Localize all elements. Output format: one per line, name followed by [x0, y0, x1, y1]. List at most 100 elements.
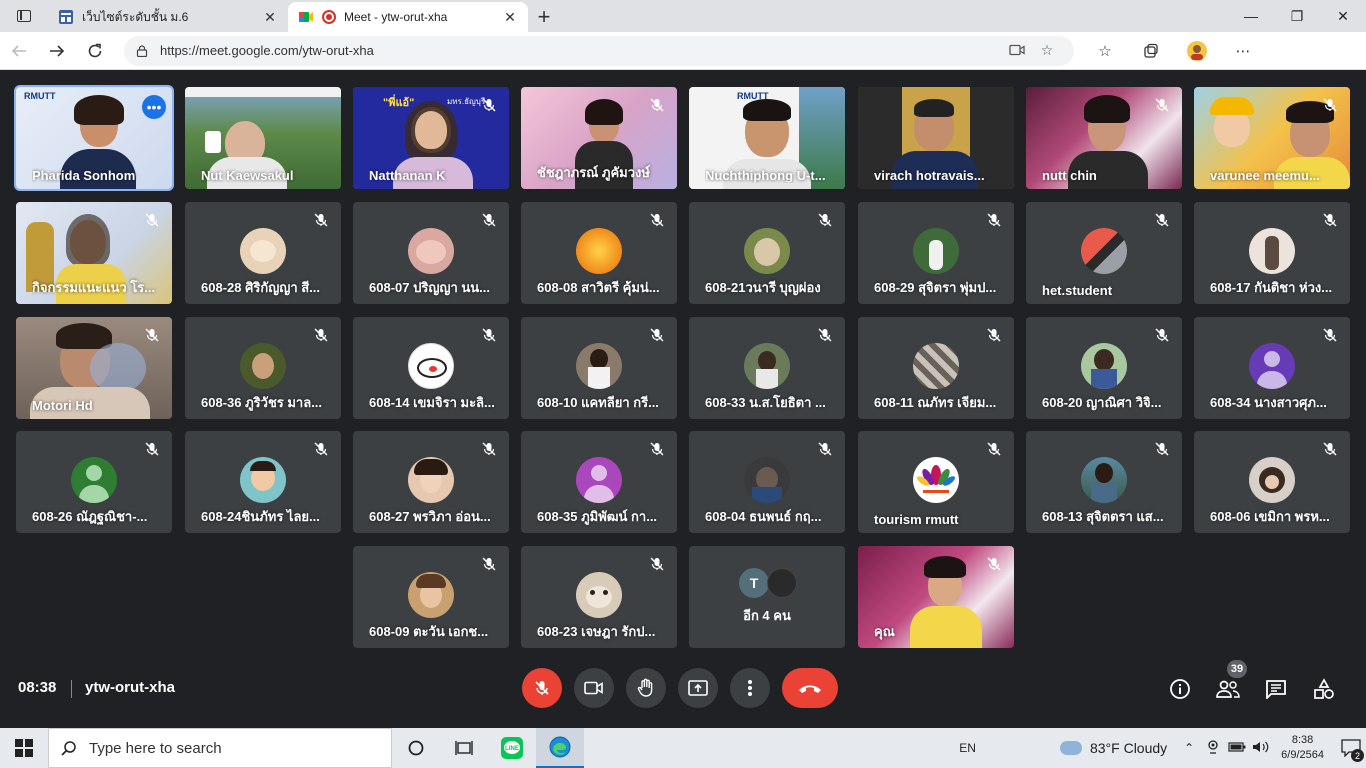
- more-options-button[interactable]: [730, 668, 770, 708]
- chevron-up-icon[interactable]: ⌃: [1178, 741, 1200, 755]
- participant-tile[interactable]: 608-21วนารี บุญผ่อง: [689, 202, 845, 304]
- participant-tile[interactable]: 608-08 สาวิตรี คุ้มน่...: [521, 202, 677, 304]
- participant-tile[interactable]: Motori Hd: [16, 317, 172, 419]
- participant-tile[interactable]: กิจกรรมแนะแนว โร...: [16, 202, 172, 304]
- cortana-button[interactable]: [392, 728, 440, 768]
- close-window-icon[interactable]: ✕: [1320, 0, 1366, 32]
- participant-avatar: [1249, 228, 1295, 274]
- participant-tile[interactable]: varunee meemu...: [1194, 87, 1350, 189]
- participant-tile[interactable]: virach hotravais...: [858, 87, 1014, 189]
- participant-name: Nut Kaewsakul: [201, 168, 294, 183]
- refresh-button[interactable]: [76, 32, 114, 70]
- tab-close-icon[interactable]: ✕: [262, 9, 278, 26]
- activities-button[interactable]: [1309, 674, 1339, 704]
- participant-tile[interactable]: 608-35 ภูมิพัฒน์ กา...: [521, 431, 677, 533]
- forward-button[interactable]: [38, 32, 76, 70]
- mic-toggle-button[interactable]: [522, 668, 562, 708]
- muted-mic-icon: [314, 328, 328, 342]
- participant-tile[interactable]: 608-17 กันติชา ห่วง...: [1194, 202, 1350, 304]
- participant-tile[interactable]: Nut Kaewsakul: [185, 87, 341, 189]
- participant-tile[interactable]: 608-26 ณัฎฐณิชา-...: [16, 431, 172, 533]
- search-icon: [61, 741, 76, 756]
- participant-tile[interactable]: 608-34 นางสาวศุภ...: [1194, 317, 1350, 419]
- volume-icon[interactable]: [1250, 740, 1272, 757]
- taskbar-clock[interactable]: 8:38 6/9/2564: [1281, 733, 1324, 763]
- system-tray: EN 83°F Cloudy ⌃ 8:38 6/9/2564 2: [959, 728, 1366, 768]
- participant-tile[interactable]: 608-11 ณภัทร เจียม...: [858, 317, 1014, 419]
- profile-avatar-icon[interactable]: [1174, 32, 1220, 70]
- back-button[interactable]: [0, 32, 38, 70]
- self-view-tile[interactable]: คุณ: [858, 546, 1014, 648]
- participant-grid: RMUTT ••• Pharida Sonhom Nut Kaewsakul "…: [0, 70, 1366, 660]
- participant-tile[interactable]: tourism rmutt: [858, 431, 1014, 533]
- participant-name: 608-21วนารี บุญผ่อง: [705, 280, 821, 295]
- participant-tile[interactable]: 608-13 สุจิตตรา แส...: [1026, 431, 1182, 533]
- meeting-details-button[interactable]: [1165, 674, 1195, 704]
- add-favorite-icon[interactable]: ☆: [1032, 42, 1062, 59]
- participant-tile[interactable]: ชัชฎาภรณ์ ภูคัมวงษ์: [521, 87, 677, 189]
- edge-app-button[interactable]: [536, 728, 584, 768]
- notification-center-button[interactable]: 2: [1336, 728, 1366, 768]
- participant-tile[interactable]: 608-06 เขมิกา พรห...: [1194, 431, 1350, 533]
- more-options-icon[interactable]: •••: [142, 95, 166, 119]
- participant-tile[interactable]: 608-28 ศิริกัญญา สี...: [185, 202, 341, 304]
- tab-close-icon[interactable]: ✕: [502, 9, 518, 26]
- more-participants-tile[interactable]: T อีก 4 คน: [689, 546, 845, 648]
- line-app-button[interactable]: LINE: [488, 728, 536, 768]
- weather-widget[interactable]: 83°F Cloudy: [1059, 740, 1167, 756]
- url-field[interactable]: https://meet.google.com/ytw-orut-xha ☆: [124, 35, 1074, 66]
- muted-mic-icon: [650, 213, 664, 227]
- participant-tile[interactable]: het.student: [1026, 202, 1182, 304]
- tab-meet[interactable]: Meet - ytw-orut-xha ✕: [288, 2, 528, 32]
- muted-mic-icon: [650, 98, 664, 112]
- settings-more-icon[interactable]: ⋯: [1220, 32, 1266, 70]
- hang-up-icon: [799, 685, 821, 693]
- participant-tile[interactable]: nutt chin: [1026, 87, 1182, 189]
- participant-avatar: [576, 572, 622, 618]
- camera-toggle-button[interactable]: [574, 668, 614, 708]
- participant-name: 608-13 สุจิตตรา แส...: [1042, 509, 1164, 524]
- participant-tile[interactable]: 608-23 เจษฎา รักป...: [521, 546, 677, 648]
- participant-avatar: [744, 343, 790, 389]
- chat-button[interactable]: [1261, 674, 1291, 704]
- edge-browser-icon: [549, 736, 571, 758]
- collections-icon[interactable]: [1128, 32, 1174, 70]
- participant-tile[interactable]: 608-36 ภูริวัชร มาล...: [185, 317, 341, 419]
- muted-mic-icon: [987, 328, 1001, 342]
- battery-icon[interactable]: [1226, 741, 1248, 755]
- participant-tile[interactable]: 608-04 ธนพนธ์ กฤ...: [689, 431, 845, 533]
- participant-tile[interactable]: 608-33 น.ส.โยธิตา ...: [689, 317, 845, 419]
- participant-tile[interactable]: 608-09 ตะวัน เอกช...: [353, 546, 509, 648]
- participants-button[interactable]: 39: [1213, 660, 1247, 704]
- language-indicator[interactable]: EN: [959, 741, 976, 755]
- participant-tile[interactable]: 608-29 สุจิตรา พุ่มป...: [858, 202, 1014, 304]
- participant-tile[interactable]: 608-14 เขมจิรา มะลิ...: [353, 317, 509, 419]
- participant-name: het.student: [1042, 283, 1113, 298]
- participant-tile[interactable]: 608-20 ญาณิศา วิจิ...: [1026, 317, 1182, 419]
- present-screen-button[interactable]: [678, 668, 718, 708]
- participant-tile[interactable]: "พี่แอ้" มทร.ธัญบุรี Natthanan K: [353, 87, 509, 189]
- tab-school-site[interactable]: เว็บไซต์ระดับชั้น ม.6 ✕: [48, 2, 288, 32]
- task-view-button[interactable]: [440, 728, 488, 768]
- participant-tile[interactable]: RMUTT Nuchthiphong U-t...: [689, 87, 845, 189]
- participant-tile[interactable]: 608-10 แคทลียา กรี...: [521, 317, 677, 419]
- participant-tile[interactable]: 608-07 ปริญญา นน...: [353, 202, 509, 304]
- minimize-icon[interactable]: —: [1228, 0, 1274, 32]
- new-tab-button[interactable]: +: [528, 2, 560, 32]
- participant-tile[interactable]: 608-24ชินภัทร ไลย...: [185, 431, 341, 533]
- taskbar-search-box[interactable]: Type here to search: [48, 728, 392, 768]
- tab-actions-icon[interactable]: [0, 0, 48, 32]
- raise-hand-button[interactable]: [626, 668, 666, 708]
- participant-name: virach hotravais...: [874, 168, 985, 183]
- participant-avatar: [408, 228, 454, 274]
- participant-tile[interactable]: 608-27 พรวิภา อ่อน...: [353, 431, 509, 533]
- camera-permission-icon[interactable]: [1002, 43, 1032, 59]
- participant-tile[interactable]: RMUTT ••• Pharida Sonhom: [14, 85, 174, 191]
- maximize-icon[interactable]: ❐: [1274, 0, 1320, 32]
- meet-favicon-icon: [299, 12, 313, 22]
- participant-avatar: [744, 457, 790, 503]
- favorites-icon[interactable]: ☆: [1082, 32, 1128, 70]
- start-button[interactable]: [0, 728, 48, 768]
- leave-call-button[interactable]: [782, 668, 838, 708]
- webcam-status-icon[interactable]: [1202, 739, 1224, 757]
